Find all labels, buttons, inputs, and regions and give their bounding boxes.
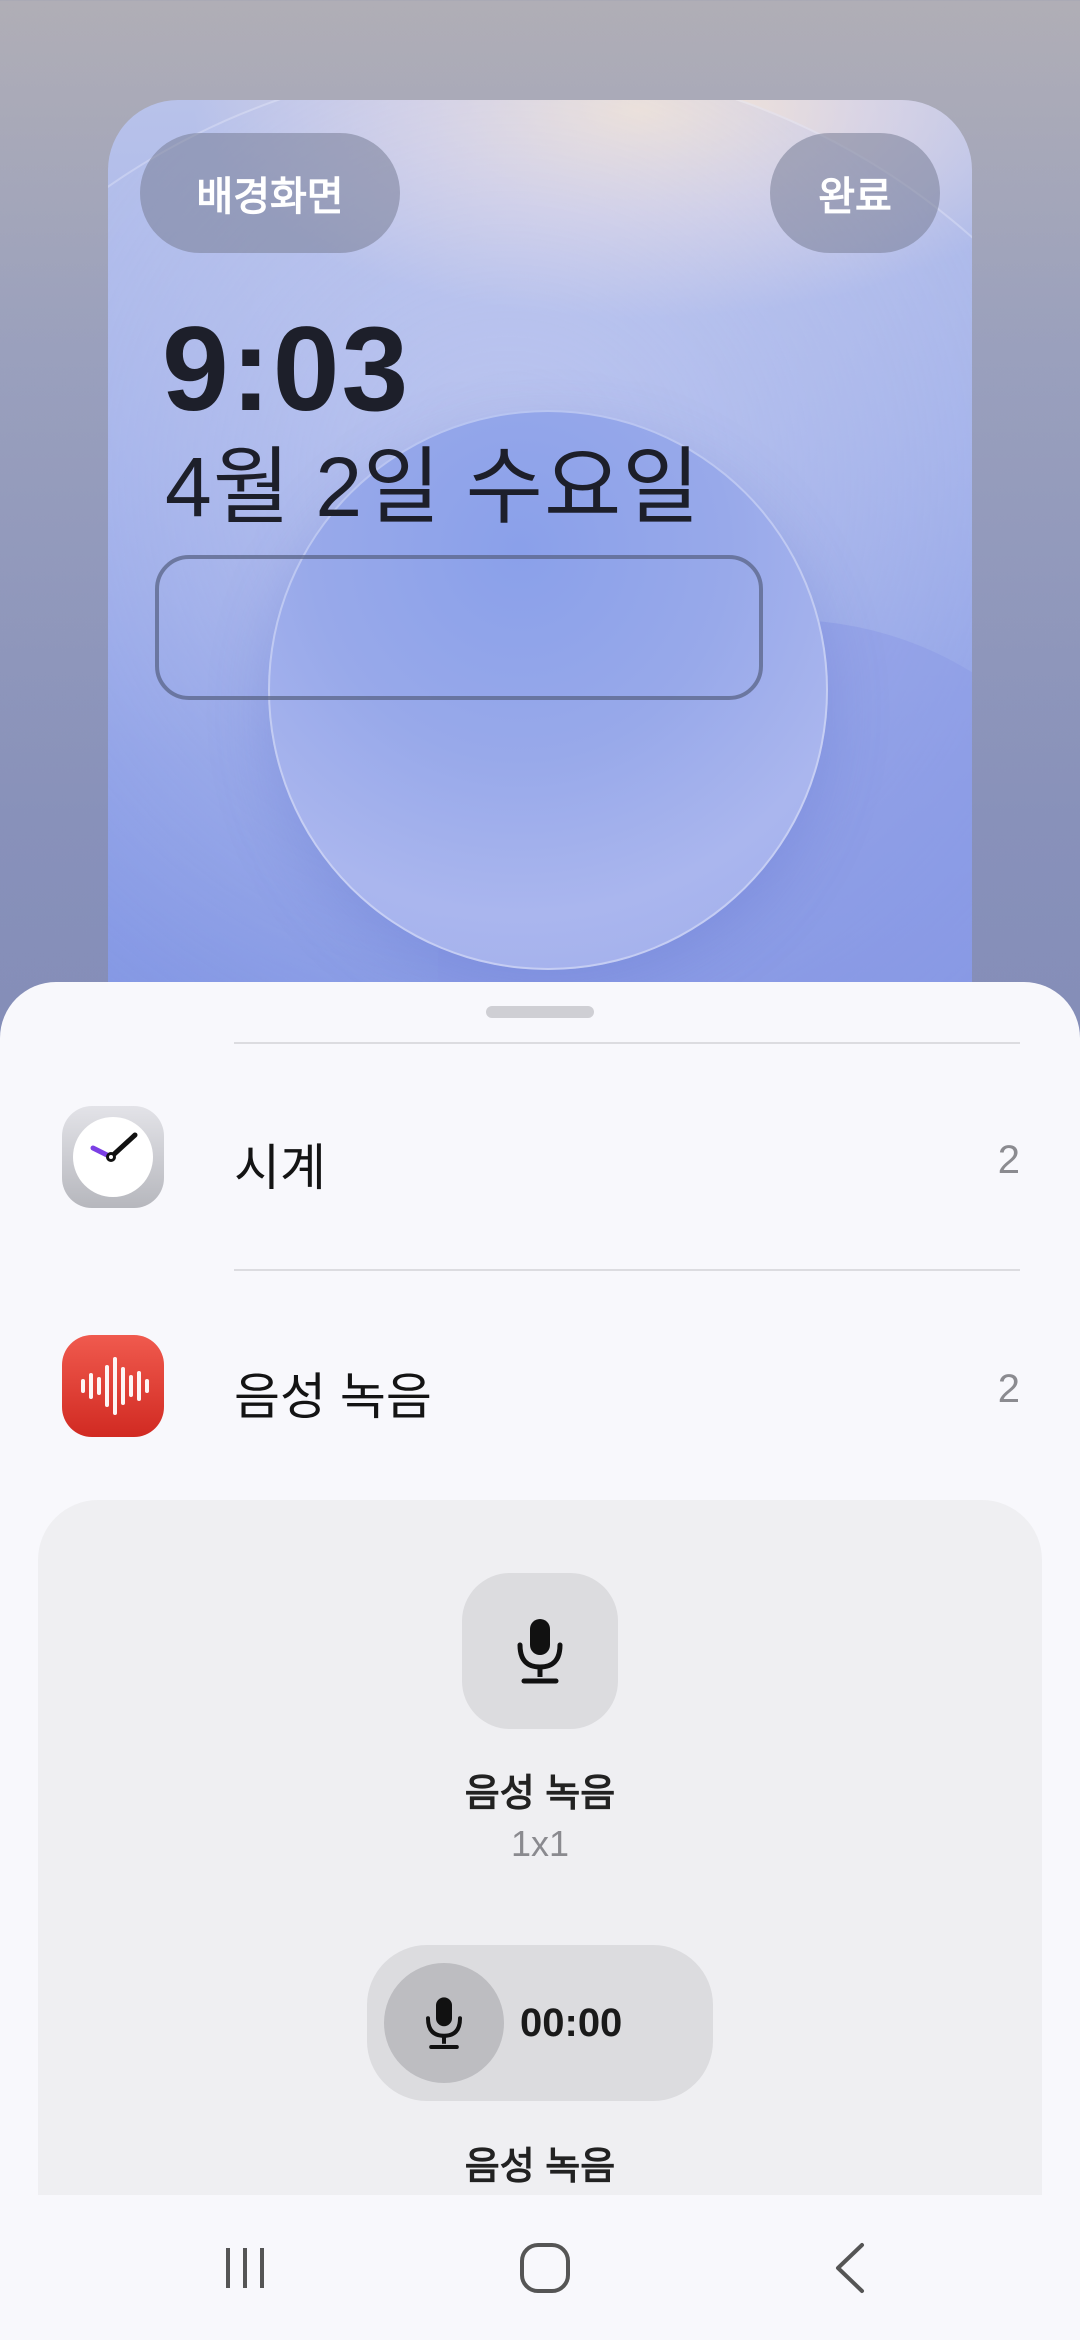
app-label: 음성 녹음 bbox=[234, 1369, 432, 1425]
recent-apps-icon bbox=[226, 2247, 264, 2288]
done-button[interactable]: 완료 bbox=[770, 133, 940, 253]
home-button[interactable] bbox=[455, 2195, 635, 2340]
back-button[interactable] bbox=[760, 2195, 940, 2340]
wallpaper-button[interactable]: 배경화면 bbox=[140, 133, 400, 253]
divider bbox=[234, 1269, 1020, 1271]
home-icon bbox=[520, 2242, 570, 2293]
widget-slot[interactable] bbox=[155, 555, 763, 700]
voice-recorder-icon bbox=[62, 1335, 164, 1437]
mic-icon bbox=[426, 1997, 462, 2049]
widget-title: 음성 녹음 bbox=[464, 2146, 616, 2188]
widget-count: 2 bbox=[997, 1367, 1020, 1411]
recent-apps-button[interactable] bbox=[155, 2195, 335, 2340]
app-label: 시계 bbox=[234, 1140, 326, 1196]
lockscreen-date[interactable]: 4월 2일 수요일 bbox=[165, 420, 701, 541]
widget-count: 2 bbox=[997, 1138, 1020, 1182]
app-row-voice-recorder[interactable]: 음성 녹음 2 bbox=[0, 1287, 1080, 1487]
clock-icon bbox=[62, 1106, 164, 1208]
lockscreen-time[interactable]: 9:03 bbox=[162, 300, 410, 438]
mic-icon bbox=[517, 1619, 563, 1684]
sheet-drag-handle[interactable] bbox=[486, 1006, 594, 1018]
widget-title: 음성 녹음 bbox=[464, 1773, 616, 1815]
widget-size: 1x1 bbox=[510, 1823, 570, 1864]
voice-recorder-widget-1x1[interactable] bbox=[462, 1573, 618, 1729]
divider bbox=[234, 1042, 1020, 1044]
mic-button bbox=[384, 1963, 504, 2083]
back-icon bbox=[836, 2242, 864, 2293]
navigation-bar bbox=[0, 2195, 1080, 2340]
app-row-clock[interactable]: 시계 2 bbox=[0, 1058, 1080, 1258]
recording-timer: 00:00 bbox=[520, 2001, 623, 2045]
